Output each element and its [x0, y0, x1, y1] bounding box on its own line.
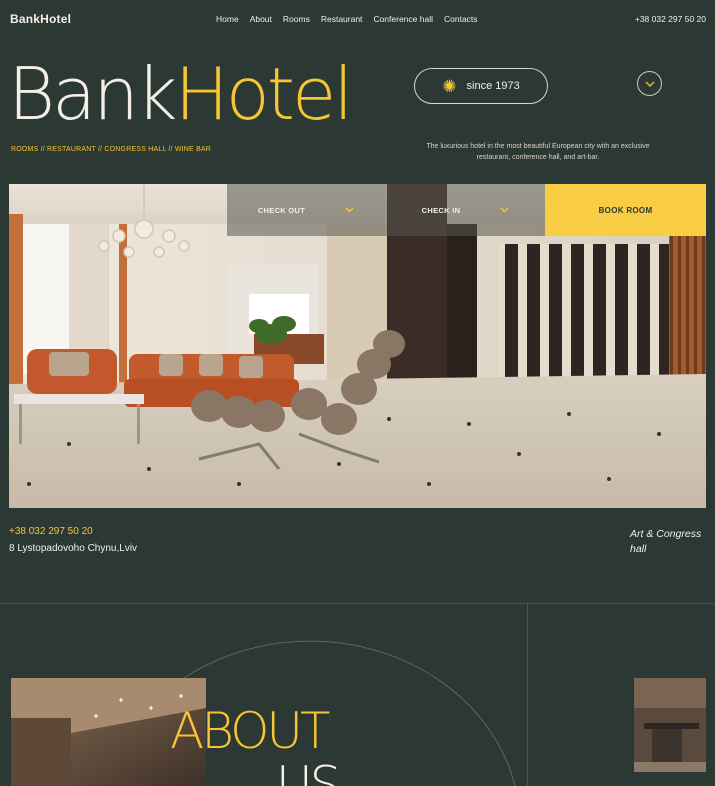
logo[interactable]: BankHotel	[10, 12, 71, 26]
about-title-us: US	[276, 756, 341, 786]
check-in-label: CHECK IN	[421, 205, 461, 215]
since-badge: ✺ since 1973	[414, 68, 548, 104]
booking-bar: CHECK OUT CHECK IN BOOK ROOM	[227, 184, 706, 236]
contact-address: 8 Lystopadovoho Chynu,Lviv	[9, 543, 138, 554]
nav-link-home[interactable]: Home	[216, 14, 239, 24]
nav-link-rooms[interactable]: Rooms	[283, 14, 310, 24]
nav-links: Home About Rooms Restaurant Conference h…	[216, 14, 478, 24]
hotel-description: The luxurious hotel in the most beautifu…	[426, 143, 650, 161]
chevron-down-icon	[500, 207, 509, 213]
chevron-down-icon	[645, 81, 654, 87]
nav-link-about[interactable]: About	[250, 14, 272, 24]
hero-title: BankHotel	[8, 58, 353, 130]
scroll-down-button[interactable]	[637, 71, 662, 96]
nav-phone[interactable]: +38 032 297 50 20	[635, 14, 706, 24]
check-out-label: CHECK OUT	[257, 205, 306, 215]
check-in-dropdown[interactable]: CHECK IN	[386, 184, 545, 236]
about-title: ABOUT	[170, 702, 331, 760]
chevron-down-icon	[345, 207, 354, 213]
since-label: since 1973	[466, 80, 520, 92]
book-room-button[interactable]: BOOK ROOM	[545, 184, 706, 236]
side-interior-image	[634, 678, 706, 772]
hero-title-hotel: Hotel	[174, 52, 354, 136]
services-tagline: ROOMS // RESTAURANT // CONGRESS HALL // …	[11, 146, 212, 153]
hero-title-bank: Bank	[8, 52, 178, 136]
nav-link-conference-hall[interactable]: Conference hall	[373, 14, 433, 24]
sun-icon: ✺	[442, 76, 457, 96]
venue-label: Art & Congress hall	[630, 528, 702, 555]
nav-link-contacts[interactable]: Contacts	[444, 14, 478, 24]
nav-link-restaurant[interactable]: Restaurant	[321, 14, 363, 24]
top-nav: BankHotel Home About Rooms Restaurant Co…	[0, 0, 715, 38]
check-out-dropdown[interactable]: CHECK OUT	[227, 184, 386, 236]
contact-phone[interactable]: +38 032 297 50 20	[9, 526, 93, 537]
